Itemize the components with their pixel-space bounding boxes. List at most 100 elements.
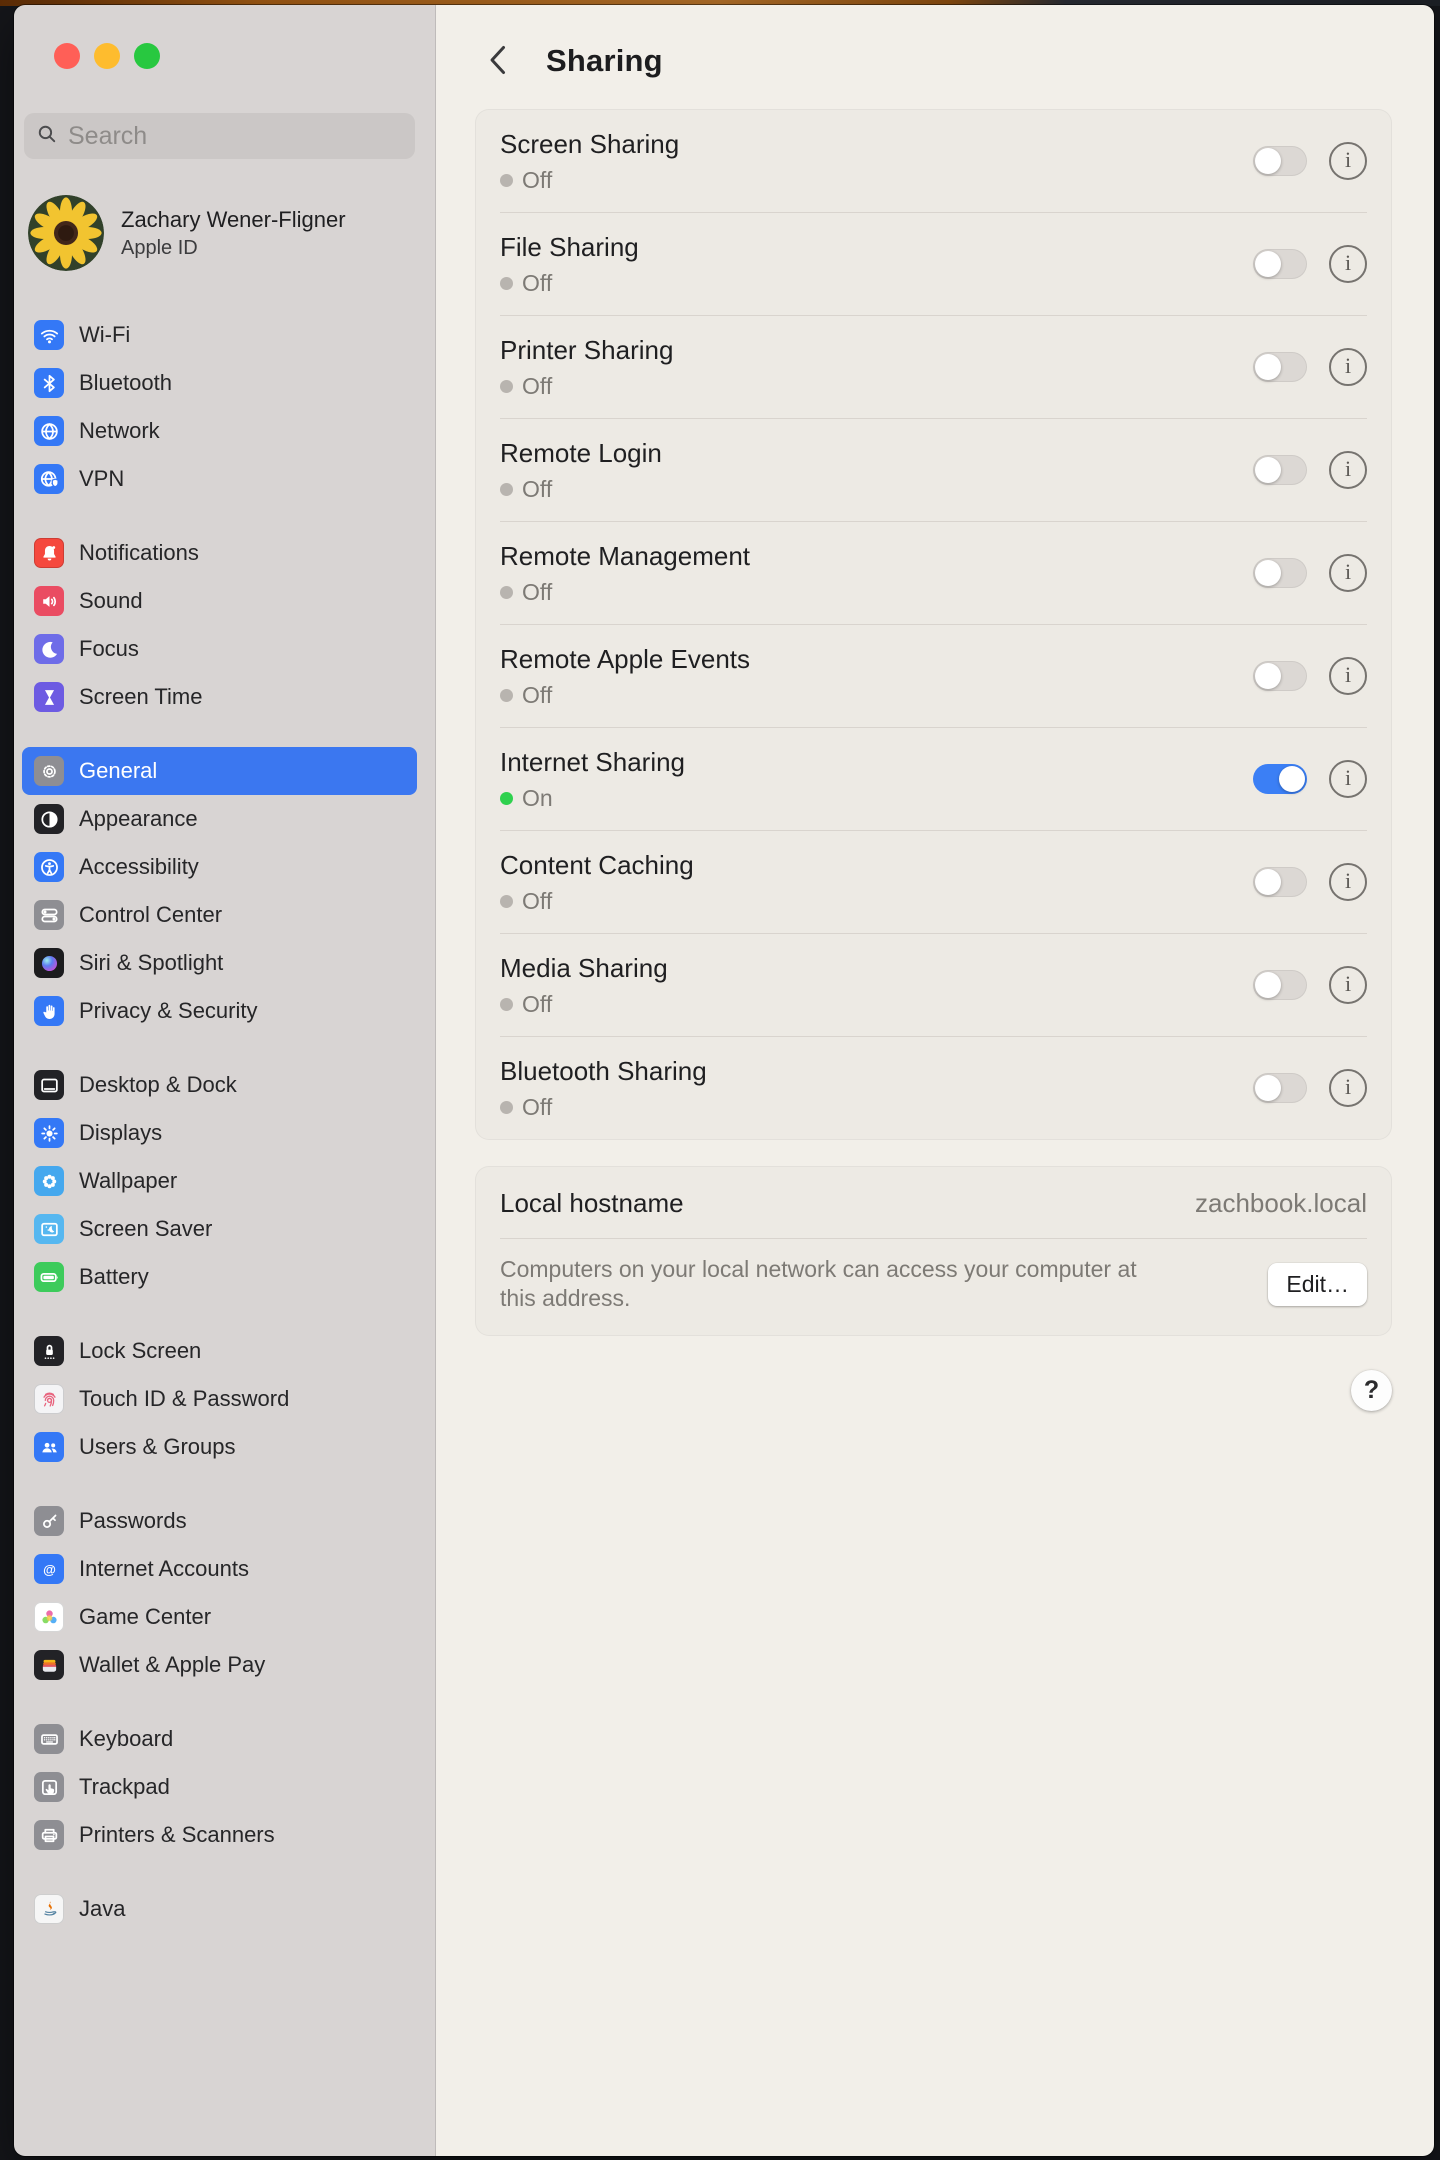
sidebar-item-java[interactable]: Java <box>22 1885 417 1933</box>
status-label: Off <box>522 991 552 1018</box>
sidebar-item-game-center[interactable]: Game Center <box>22 1593 417 1641</box>
service-toggle-switch[interactable] <box>1253 1073 1307 1103</box>
service-toggle-switch[interactable] <box>1253 970 1307 1000</box>
vpn-icon <box>34 464 64 494</box>
service-text: Content Caching Off <box>500 850 1253 914</box>
status-label: On <box>522 785 553 812</box>
sidebar-item-appearance[interactable]: Appearance <box>22 795 417 843</box>
info-button[interactable]: i <box>1329 245 1367 283</box>
sidebar-item-accessibility[interactable]: Accessibility <box>22 843 417 891</box>
toggle-knob <box>1255 1075 1281 1101</box>
sidebar-item-passwords[interactable]: Passwords <box>22 1497 417 1545</box>
search-field[interactable] <box>24 113 415 159</box>
sidebar-item-displays[interactable]: Displays <box>22 1109 417 1157</box>
toggle-knob <box>1255 251 1281 277</box>
sidebar-item-battery[interactable]: Battery <box>22 1253 417 1301</box>
svg-text:@: @ <box>43 1561 56 1576</box>
sidebar-item-label: Internet Accounts <box>79 1556 249 1582</box>
sidebar-item-label: Privacy & Security <box>79 998 258 1024</box>
lock-screen-icon <box>34 1336 64 1366</box>
zoom-window-button[interactable] <box>134 43 160 69</box>
status-label: Off <box>522 682 552 709</box>
toggle-knob <box>1255 560 1281 586</box>
service-toggle-switch[interactable] <box>1253 455 1307 485</box>
service-name: Remote Management <box>500 541 1253 571</box>
sidebar-item-notifications[interactable]: Notifications <box>22 529 417 577</box>
service-toggle-switch[interactable] <box>1253 764 1307 794</box>
info-button[interactable]: i <box>1329 760 1367 798</box>
apple-id-profile[interactable]: Zachary Wener-Fligner Apple ID <box>28 195 419 271</box>
pane-header: Sharing <box>475 39 1392 83</box>
sidebar-item-keyboard[interactable]: Keyboard <box>22 1715 417 1763</box>
service-toggle-switch[interactable] <box>1253 558 1307 588</box>
close-window-button[interactable] <box>54 43 80 69</box>
sidebar-item-general[interactable]: General <box>22 747 417 795</box>
toggle-knob <box>1255 457 1281 483</box>
sidebar-item-internet-accounts[interactable]: @ Internet Accounts <box>22 1545 417 1593</box>
sidebar-item-users-and-groups[interactable]: Users & Groups <box>22 1423 417 1471</box>
info-button[interactable]: i <box>1329 657 1367 695</box>
info-button[interactable]: i <box>1329 1069 1367 1107</box>
service-name: Screen Sharing <box>500 129 1253 159</box>
sidebar-item-screen-saver[interactable]: Screen Saver <box>22 1205 417 1253</box>
sidebar-item-label: Wi-Fi <box>79 322 130 348</box>
service-status: Off <box>500 682 1253 708</box>
info-button[interactable]: i <box>1329 142 1367 180</box>
wallet-icon <box>34 1650 64 1680</box>
service-status: Off <box>500 1094 1253 1120</box>
service-toggle-switch[interactable] <box>1253 867 1307 897</box>
status-dot <box>500 586 513 599</box>
edit-hostname-button[interactable]: Edit… <box>1268 1263 1367 1306</box>
toggle-knob <box>1255 869 1281 895</box>
back-button[interactable] <box>484 43 510 79</box>
sidebar-item-vpn[interactable]: VPN <box>22 455 417 503</box>
sidebar-item-label: Printers & Scanners <box>79 1822 275 1848</box>
service-toggle-switch[interactable] <box>1253 249 1307 279</box>
service-toggle-switch[interactable] <box>1253 146 1307 176</box>
service-toggle-switch[interactable] <box>1253 352 1307 382</box>
sidebar-item-trackpad[interactable]: Trackpad <box>22 1763 417 1811</box>
avatar <box>28 195 104 271</box>
help-button[interactable]: ? <box>1351 1370 1392 1411</box>
sidebar-item-wallet-and-apple-pay[interactable]: Wallet & Apple Pay <box>22 1641 417 1689</box>
status-label: Off <box>522 373 552 400</box>
sidebar-item-wi-fi[interactable]: Wi-Fi <box>22 311 417 359</box>
service-status: Off <box>500 888 1253 914</box>
sidebar-item-lock-screen[interactable]: Lock Screen <box>22 1327 417 1375</box>
info-button[interactable]: i <box>1329 451 1367 489</box>
sidebar-item-printers-and-scanners[interactable]: Printers & Scanners <box>22 1811 417 1859</box>
status-label: Off <box>522 1094 552 1121</box>
network-icon <box>34 416 64 446</box>
sidebar-item-screen-time[interactable]: Screen Time <box>22 673 417 721</box>
sidebar-item-network[interactable]: Network <box>22 407 417 455</box>
sidebar-item-sound[interactable]: Sound <box>22 577 417 625</box>
sidebar-item-wallpaper[interactable]: Wallpaper <box>22 1157 417 1205</box>
sidebar-item-touch-id-and-password[interactable]: Touch ID & Password <box>22 1375 417 1423</box>
service-name: Remote Login <box>500 438 1253 468</box>
sharing-pane: Sharing Screen Sharing Off <box>436 5 1434 2156</box>
sidebar-item-focus[interactable]: Focus <box>22 625 417 673</box>
search-input[interactable] <box>66 121 403 152</box>
sidebar-item-privacy-and-security[interactable]: Privacy & Security <box>22 987 417 1035</box>
passwords-icon <box>34 1506 64 1536</box>
sidebar-item-label: Sound <box>79 588 143 614</box>
sidebar-item-siri-and-spotlight[interactable]: Siri & Spotlight <box>22 939 417 987</box>
keyboard-icon <box>34 1724 64 1754</box>
info-button[interactable]: i <box>1329 966 1367 1004</box>
internet-accounts-icon: @ <box>34 1554 64 1584</box>
sidebar-item-control-center[interactable]: Control Center <box>22 891 417 939</box>
window-controls <box>54 43 435 69</box>
info-button[interactable]: i <box>1329 554 1367 592</box>
sidebar-item-bluetooth[interactable]: Bluetooth <box>22 359 417 407</box>
service-name: Content Caching <box>500 850 1253 880</box>
battery-icon <box>34 1262 64 1292</box>
sidebar-item-label: Accessibility <box>79 854 199 880</box>
sidebar-item-desktop-and-dock[interactable]: Desktop & Dock <box>22 1061 417 1109</box>
info-icon: i <box>1345 355 1351 377</box>
service-name: Bluetooth Sharing <box>500 1056 1253 1086</box>
info-button[interactable]: i <box>1329 348 1367 386</box>
info-button[interactable]: i <box>1329 863 1367 901</box>
accessibility-icon <box>34 852 64 882</box>
service-toggle-switch[interactable] <box>1253 661 1307 691</box>
minimize-window-button[interactable] <box>94 43 120 69</box>
